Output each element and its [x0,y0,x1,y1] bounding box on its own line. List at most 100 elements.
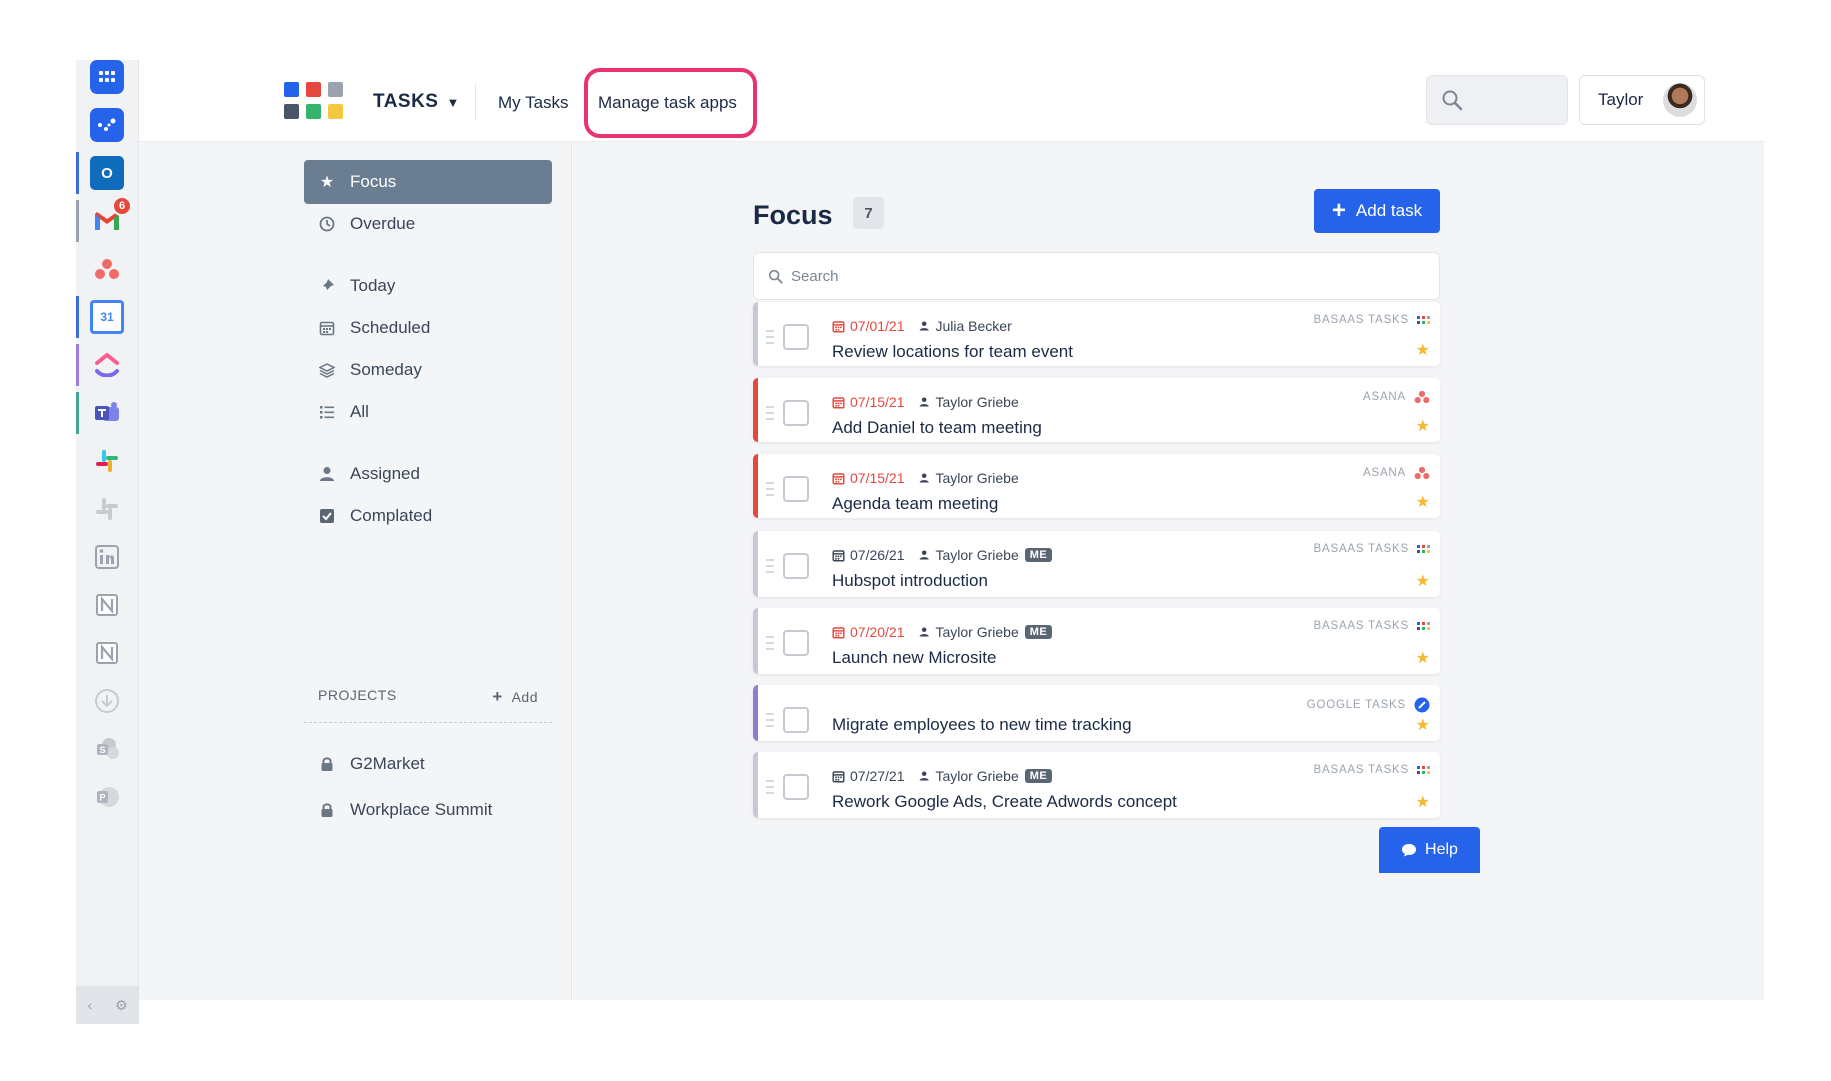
list-icon [318,403,336,421]
task-checkbox[interactable] [783,553,809,579]
nav-item-scheduled[interactable]: Scheduled [304,306,552,350]
help-button[interactable]: Help [1379,827,1480,873]
task-card[interactable]: 07/15/21 Taylor Griebe Add Daniel to team … [753,378,1440,442]
powerpoint-icon[interactable]: P [90,780,124,814]
task-checkbox[interactable] [783,707,809,733]
projects-header: PROJECTS + Add [318,687,552,706]
nav-label: All [350,402,369,421]
collapse-icon[interactable]: ‹ [87,997,92,1013]
task-due-date: 07/26/21 [832,547,905,563]
project-label: Workplace Summit [350,800,493,819]
drag-handle-icon[interactable] [766,559,774,573]
star-icon[interactable]: ★ [1416,715,1430,735]
search-placeholder: Search [791,267,839,285]
linkedin-icon[interactable] [90,540,124,574]
task-title: Migrate employees to new time tracking [832,715,1132,734]
notion-alt-icon[interactable] [90,636,124,670]
task-card[interactable]: 07/20/21 Taylor Griebe ME Launch new Micros… [753,608,1440,674]
apps-grid-icon[interactable] [90,60,124,94]
task-card[interactable]: 07/15/21 Taylor Griebe Agenda team meeting… [753,454,1440,518]
nav-item-someday[interactable]: Someday [304,348,552,392]
tasks-brand-menu[interactable]: TASKS ▼ [373,91,460,113]
lock-icon [318,755,336,773]
download-icon[interactable] [90,684,124,718]
drag-handle-icon[interactable] [766,780,774,794]
drag-handle-icon[interactable] [766,713,774,727]
basaas-tasks-icon [1417,315,1430,324]
star-icon[interactable]: ★ [1416,340,1430,360]
basaas-tasks-icon [1417,765,1430,774]
avatar [1663,83,1698,117]
task-due-date: 07/15/21 [832,394,905,410]
star-icon[interactable]: ★ [1416,416,1430,436]
task-checkbox[interactable] [783,476,809,502]
sharepoint-icon[interactable]: S [90,732,124,766]
task-due-date: 07/27/21 [832,768,905,784]
star-icon[interactable]: ★ [1416,571,1430,591]
task-checkbox[interactable] [783,774,809,800]
task-source: BASAAS TASKS [1314,620,1430,632]
project-item-workplace-summit[interactable]: Workplace Summit [304,788,552,832]
highlight-ring [584,68,757,138]
task-checkbox[interactable] [783,630,809,656]
star-icon[interactable]: ★ [1416,792,1430,812]
notion-icon[interactable] [90,588,124,622]
asana-icon [1414,390,1430,404]
clickup-icon[interactable] [90,348,124,382]
projects-divider [304,722,552,723]
task-assignee: Taylor Griebe ME [919,624,1053,640]
star-icon: ★ [319,174,335,191]
google-tasks-icon [1414,697,1430,713]
gear-icon[interactable]: ⚙ [115,997,128,1014]
outlook-icon[interactable]: O [90,156,124,190]
project-item-g2market[interactable]: G2Market [304,742,552,786]
add-project-button[interactable]: + Add [492,687,538,707]
task-checkbox[interactable] [783,400,809,426]
basaas-logo-icon [284,82,344,122]
global-search[interactable] [1426,75,1568,125]
gmail-icon[interactable]: 6 [90,196,132,238]
drag-handle-icon[interactable] [766,636,774,650]
nav-item-completed[interactable]: Complated [304,494,552,538]
plus-icon: + [1331,197,1346,224]
tasks-app-icon[interactable] [90,108,124,142]
task-meta: 07/15/21 Taylor Griebe [832,394,1019,410]
task-due-date: 07/01/21 [832,318,905,334]
app-window: O 6 31 S P ‹ ⚙ TASKS ▼ My Tasks Manage t… [76,60,1764,1024]
add-task-button[interactable]: + Add task [1314,189,1440,233]
nav-item-all[interactable]: All [304,390,552,434]
task-card[interactable]: 07/01/21 Julia Becker Review locations for… [753,302,1440,366]
task-card[interactable]: Migrate employees to new time tracking GO… [753,685,1440,741]
nav-item-overdue[interactable]: Overdue [304,202,552,246]
my-tasks-link[interactable]: My Tasks [498,93,569,113]
task-assignee: Taylor Griebe [919,470,1019,486]
star-icon[interactable]: ★ [1416,492,1430,512]
asana-icon[interactable] [90,252,124,286]
slack-muted-icon[interactable] [90,492,124,526]
star-icon[interactable]: ★ [1416,648,1430,668]
rail-marker [76,296,79,338]
drag-handle-icon[interactable] [766,330,774,344]
user-name: Taylor [1598,90,1644,109]
teams-icon[interactable] [90,396,124,430]
nav-item-focus[interactable]: ★ Focus [304,160,552,204]
nav-item-assigned[interactable]: Assigned [304,452,552,496]
nav-label: Someday [350,360,422,379]
google-calendar-icon[interactable]: 31 [90,300,124,334]
user-menu[interactable]: Taylor [1579,75,1705,125]
slack-icon[interactable] [90,444,124,478]
drag-handle-icon[interactable] [766,406,774,420]
task-checkbox[interactable] [783,324,809,350]
gmail-badge: 6 [112,196,132,216]
calendar-icon [832,472,845,485]
asana-icon [1414,466,1430,480]
drag-handle-icon[interactable] [766,482,774,496]
task-card[interactable]: 07/27/21 Taylor Griebe ME Rework Google Ads… [753,752,1440,818]
nav-item-today[interactable]: Today [304,264,552,308]
task-meta: 07/20/21 Taylor Griebe ME [832,624,1053,640]
task-search-input[interactable]: Search [753,252,1440,300]
task-card[interactable]: 07/26/21 Taylor Griebe ME Hubspot introduct… [753,531,1440,597]
brand-label: TASKS [373,91,439,112]
task-source: BASAAS TASKS [1314,543,1430,555]
me-tag: ME [1024,548,1053,562]
